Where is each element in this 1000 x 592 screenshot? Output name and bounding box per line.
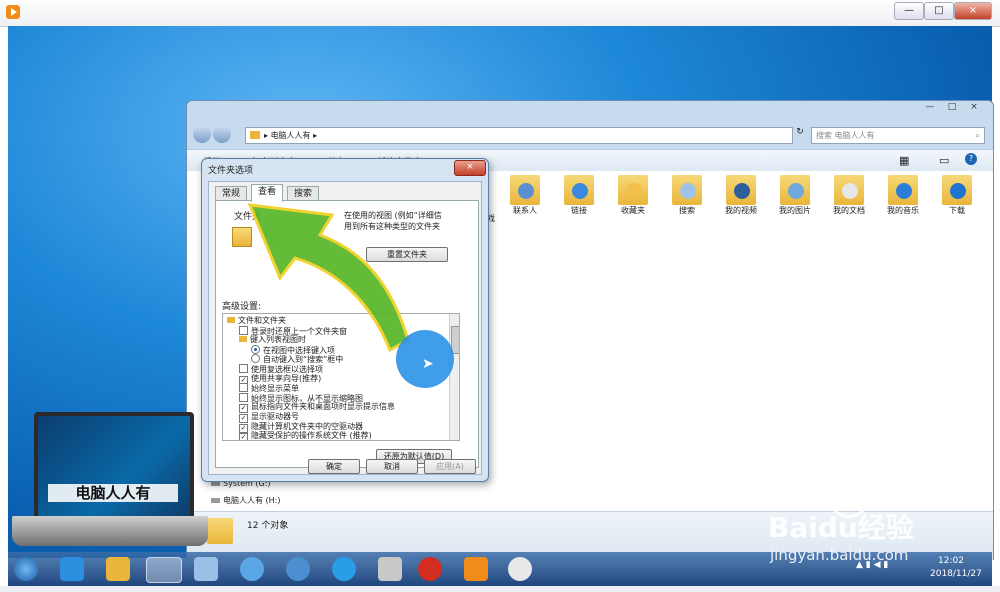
folder-label: 联系人 — [513, 206, 537, 215]
tree-row-label: 使用共享向导(推荐) — [251, 373, 322, 383]
view-icon[interactable]: ▦ — [899, 154, 909, 167]
laptop-screen-graphic — [34, 412, 194, 524]
folder-label: 收藏夹 — [621, 206, 645, 215]
tree-row[interactable]: 始终显示菜单 — [239, 383, 299, 393]
nav-item-label: 电脑人人有 (H:) — [223, 496, 281, 505]
cancel-button[interactable]: 取消 — [366, 459, 418, 474]
tree-row[interactable]: ✓ 使用共享向导(推荐) — [239, 373, 322, 385]
favorites-folder-icon — [618, 175, 648, 205]
folder-contacts[interactable]: 联系人 — [499, 175, 551, 216]
checkbox[interactable] — [239, 383, 248, 393]
media-player-icon[interactable] — [286, 557, 310, 581]
back-icon[interactable] — [193, 125, 211, 143]
media-folder-icon[interactable] — [106, 557, 130, 581]
searches-folder-icon — [672, 175, 702, 205]
apply-button[interactable]: 应用(A) — [424, 459, 476, 474]
ok-button[interactable]: 确定 — [308, 459, 360, 474]
tab-view[interactable]: 查看 — [251, 184, 284, 202]
paint-icon[interactable] — [194, 557, 218, 581]
search-input[interactable]: 搜索 电脑人人有 ⌕ — [811, 127, 985, 144]
player-title-bar: — □ × — [0, 0, 1000, 27]
folder-label: 我的音乐 — [887, 206, 919, 215]
address-bar[interactable]: ▸ 电脑人人有 ▸ — [245, 127, 793, 144]
search-icon: ⌕ — [975, 131, 980, 140]
explorer-maximize-icon[interactable]: □ — [941, 101, 963, 115]
tree-row-label: 显示驱动器号 — [251, 412, 299, 421]
folder-downloads[interactable]: 下载 — [931, 175, 983, 216]
folder-icon — [227, 317, 235, 323]
folder-videos[interactable]: 我的视频 — [715, 175, 767, 216]
help-icon[interactable]: ? — [965, 153, 977, 165]
drive-icon — [211, 498, 220, 503]
dialog-title: 文件夹选项 — [208, 166, 254, 176]
forward-icon[interactable] — [213, 125, 231, 143]
baidu-watermark: Baidu经验 jingyan.baidu.com — [768, 484, 998, 574]
address-text: 电脑人人有 — [270, 131, 311, 140]
cursor-highlight-circle: ➤ — [396, 330, 454, 388]
folder-label: 链接 — [571, 206, 587, 215]
tree-row[interactable]: ✓ 鼠标指向文件夹和桌面项时显示提示信息 — [239, 402, 395, 414]
folder-links[interactable]: 链接 — [553, 175, 605, 216]
folder-music[interactable]: 我的音乐 — [877, 175, 929, 216]
nav-item-h-drive[interactable]: 电脑人人有 (H:) — [211, 495, 281, 506]
close-icon[interactable]: × — [954, 2, 992, 20]
ie-icon[interactable] — [60, 557, 84, 581]
maximize-icon[interactable]: □ — [924, 2, 954, 20]
pinwheel-icon[interactable] — [240, 557, 264, 581]
laptop-logo-text: 电脑人人有 — [48, 484, 178, 502]
tree-row[interactable]: 使用复选框以选择项 — [239, 364, 323, 374]
dialog-close-button[interactable]: × — [454, 160, 486, 176]
tree-row-label: 隐藏计算机文件夹中的空驱动器 — [251, 421, 363, 431]
checkbox[interactable] — [239, 364, 248, 373]
tools-icon[interactable] — [378, 557, 402, 581]
user-folder-icon — [207, 518, 233, 544]
videos-folder-icon — [726, 175, 756, 205]
browser-icon[interactable] — [332, 557, 356, 581]
laptop-base-graphic — [12, 516, 208, 546]
preview-pane-icon[interactable]: ▭ — [939, 154, 949, 167]
music-folder-icon — [888, 175, 918, 205]
refresh-icon[interactable]: ↻ — [793, 127, 807, 142]
search-placeholder: 搜索 电脑人人有 — [816, 131, 875, 140]
folder-label: 我的图片 — [779, 206, 811, 215]
explorer-close-icon[interactable]: × — [963, 101, 985, 115]
folder-label: 下载 — [949, 206, 965, 215]
tree-scrollbar[interactable] — [449, 314, 459, 440]
tree-row-label: 隐藏受保护的操作系统文件 (推荐) — [251, 431, 372, 441]
tree-row[interactable]: ✓ 显示驱动器号 — [239, 412, 299, 423]
start-orb-icon[interactable] — [14, 557, 38, 581]
folder-favorites[interactable]: 收藏夹 — [607, 175, 659, 216]
checkbox[interactable] — [239, 392, 248, 402]
minimize-icon[interactable]: — — [894, 2, 924, 20]
folder-documents[interactable]: 我的文档 — [823, 175, 875, 216]
folder-pictures[interactable]: 我的图片 — [769, 175, 821, 216]
item-count: 12 个对象 — [247, 521, 289, 531]
folder-icon — [250, 131, 260, 139]
downloads-folder-icon — [942, 175, 972, 205]
folder-label: 我的文档 — [833, 206, 865, 215]
links-folder-icon — [564, 175, 594, 205]
mouse-cursor-icon: ➤ — [422, 356, 434, 372]
explorer-icon[interactable] — [146, 557, 182, 583]
contacts-folder-icon — [510, 175, 540, 205]
player-bottom-frame — [0, 586, 1000, 592]
chess-icon[interactable] — [418, 557, 442, 581]
documents-folder-icon — [834, 175, 864, 205]
player-logo-icon — [6, 5, 20, 19]
pictures-folder-icon — [780, 175, 810, 205]
folder-label: 搜索 — [679, 206, 695, 215]
watermark-url: jingyan.baidu.com — [770, 546, 909, 564]
sheep-icon[interactable] — [508, 557, 532, 581]
video-player-icon[interactable] — [464, 557, 488, 581]
explorer-minimize-icon[interactable]: — — [919, 101, 941, 115]
tree-row-label: 鼠标指向文件夹和桌面项时显示提示信息 — [251, 402, 395, 412]
watermark-brand: Baidu经验 — [768, 511, 914, 544]
folder-searches[interactable]: 搜索 — [661, 175, 713, 216]
tree-row[interactable]: ✓ 隐藏受保护的操作系统文件 (推荐) — [239, 431, 372, 441]
folder-label: 我的视频 — [725, 206, 757, 215]
checkbox[interactable]: ✓ — [239, 433, 248, 440]
